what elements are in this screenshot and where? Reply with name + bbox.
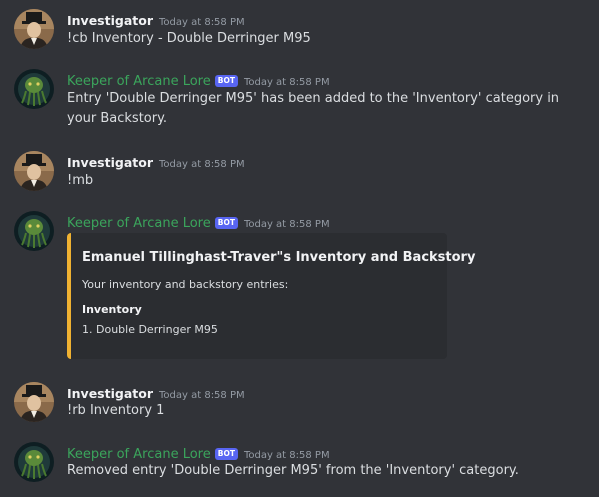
author-name[interactable]: Investigator: [67, 386, 153, 401]
embed-description: Your inventory and backstory entries:: [82, 278, 289, 291]
investigator-avatar[interactable]: [14, 9, 54, 49]
chat-log: Investigator Today at 8:58 PM !cb Invento…: [0, 0, 599, 497]
embed-field-name: Inventory: [82, 303, 142, 316]
author-name[interactable]: Investigator: [67, 13, 153, 28]
tentacled-creature-icon: [14, 69, 54, 109]
message-text: !rb Inventory 1: [67, 403, 165, 418]
bot-tag: BOT: [214, 217, 238, 229]
keeper-avatar[interactable]: [14, 69, 54, 109]
message: Investigator Today at 8:58 PM !mb: [0, 142, 599, 202]
top-hat-man-icon: [14, 9, 54, 49]
bot-tag: BOT: [214, 75, 238, 87]
author-name[interactable]: Keeper of Arcane Lore: [67, 216, 211, 231]
author-name[interactable]: Investigator: [67, 155, 153, 170]
message: Keeper of Arcane Lore BOT Today at 8:58 PM…: [0, 207, 599, 367]
tentacled-creature-icon: [14, 442, 54, 482]
message-text: Entry 'Double Derringer M95' has been ad…: [67, 91, 560, 126]
timestamp: Today at 8:58 PM: [243, 450, 330, 461]
timestamp: Today at 8:58 PM: [243, 219, 330, 230]
investigator-avatar[interactable]: [14, 382, 54, 422]
investigator-avatar[interactable]: [14, 151, 54, 191]
message: Investigator Today at 8:58 PM !cb Invento…: [0, 0, 599, 60]
keeper-avatar[interactable]: [14, 442, 54, 482]
timestamp: Today at 8:58 PM: [159, 159, 245, 170]
embed-card: Emanuel Tillinghast-Traver"s Inventory a…: [67, 233, 475, 359]
embed-title: Emanuel Tillinghast-Traver"s Inventory a…: [82, 250, 476, 265]
tentacled-creature-icon: [14, 211, 54, 251]
message-text: !cb Inventory - Double Derringer M95: [67, 31, 311, 46]
bot-tag: BOT: [214, 448, 238, 460]
top-hat-man-icon: [14, 382, 54, 422]
author-name[interactable]: Keeper of Arcane Lore: [67, 74, 211, 89]
message: Keeper of Arcane Lore BOT Today at 8:58 PM…: [0, 438, 599, 497]
author-name[interactable]: Keeper of Arcane Lore: [67, 447, 211, 462]
message-text: Removed entry 'Double Derringer M95' fro…: [67, 463, 519, 478]
timestamp: Today at 8:58 PM: [159, 17, 245, 28]
top-hat-man-icon: [14, 151, 54, 191]
keeper-avatar[interactable]: [14, 211, 54, 251]
message: Keeper of Arcane Lore BOT Today at 8:58 PM…: [0, 66, 599, 136]
message: Investigator Today at 8:58 PM !rb Invento…: [0, 373, 599, 433]
embed-field-value: 1. Double Derringer M95: [82, 323, 218, 336]
message-text: !mb: [67, 173, 94, 188]
timestamp: Today at 8:58 PM: [243, 77, 330, 88]
timestamp: Today at 8:58 PM: [159, 390, 245, 401]
